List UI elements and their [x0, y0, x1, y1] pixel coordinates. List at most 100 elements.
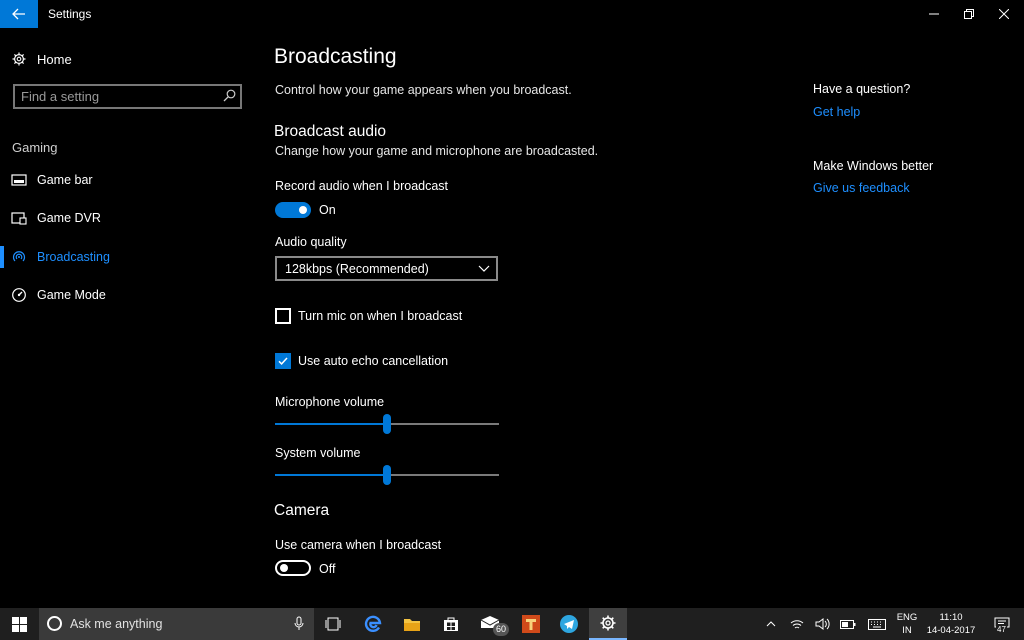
gaming-section-label: Gaming: [12, 140, 58, 155]
microphone-volume-label: Microphone volume: [275, 395, 385, 409]
slider-fill: [275, 474, 387, 476]
broadcast-audio-heading: Broadcast audio: [274, 123, 387, 140]
notification-count: 47: [996, 625, 1007, 634]
taskbar-settings[interactable]: [589, 608, 627, 640]
record-audio-label: Record audio when I broadcast: [275, 179, 449, 193]
language-region: IN: [902, 625, 912, 636]
show-hidden-icons-button[interactable]: [762, 608, 780, 640]
microphone-icon[interactable]: [294, 616, 304, 631]
battery-icon: [840, 619, 856, 629]
give-feedback-link[interactable]: Give us feedback: [813, 181, 910, 195]
touch-keyboard-button[interactable]: [864, 608, 890, 640]
wifi-icon: [790, 620, 804, 629]
store-icon: [444, 617, 458, 631]
taskbar-mail[interactable]: 60: [472, 608, 512, 640]
search-icon[interactable]: [223, 89, 236, 102]
toggle-knob: [280, 564, 288, 572]
search-input[interactable]: [21, 88, 217, 105]
have-a-question-heading: Have a question?: [813, 82, 911, 96]
sidebar-item-broadcasting[interactable]: Broadcasting: [0, 243, 260, 271]
game-bar-icon: [11, 172, 27, 188]
taskbar-edge[interactable]: [354, 608, 392, 640]
audio-quality-label: Audio quality: [275, 235, 347, 249]
task-view-button[interactable]: [314, 608, 352, 640]
make-windows-better-heading: Make Windows better: [813, 159, 934, 173]
telegram-icon: [560, 615, 578, 633]
taskbar: Ask me anything 60 ENG IN 11:10 14-04-20…: [0, 608, 1024, 640]
sidebar-item-label: Broadcasting: [37, 250, 110, 264]
game-mode-icon: [11, 287, 27, 303]
taskbar-store[interactable]: [432, 608, 470, 640]
auto-echo-label: Use auto echo cancellation: [298, 354, 449, 368]
use-camera-toggle[interactable]: [275, 560, 311, 576]
gear-icon: [600, 615, 616, 631]
sidebar-item-game-mode[interactable]: Game Mode: [0, 281, 260, 309]
clock-date: 14-04-2017: [926, 625, 976, 636]
restore-icon: [964, 9, 974, 19]
close-button[interactable]: [986, 0, 1022, 28]
get-help-link[interactable]: Get help: [813, 105, 860, 119]
mail-badge: 60: [493, 623, 510, 636]
clock-time: 11:10: [939, 612, 963, 623]
find-setting-search[interactable]: [13, 84, 242, 109]
taskbar-file-explorer[interactable]: [393, 608, 431, 640]
home-label: Home: [37, 51, 72, 67]
record-audio-toggle[interactable]: [275, 202, 311, 218]
back-arrow-icon: [12, 8, 25, 20]
active-indicator: [0, 246, 4, 268]
chevron-up-icon: [766, 621, 776, 627]
game-dvr-icon: [11, 210, 27, 226]
task-view-icon: [325, 617, 341, 631]
sidebar-item-game-bar[interactable]: Game bar: [0, 166, 260, 194]
checkmark-icon: [278, 357, 288, 365]
folder-icon: [404, 618, 420, 631]
battery-button[interactable]: [838, 608, 858, 640]
cortana-search-text: Ask me anything: [70, 617, 163, 631]
edge-icon: [364, 615, 382, 632]
camera-heading: Camera: [274, 502, 330, 519]
title-bar: Settings: [0, 0, 1024, 28]
sidebar-item-game-dvr[interactable]: Game DVR: [0, 204, 260, 232]
system-volume-label: System volume: [275, 446, 361, 460]
audio-quality-value: 128kbps (Recommended): [285, 262, 429, 276]
sidebar-item-label: Game DVR: [37, 211, 101, 225]
clock[interactable]: 11:10 14-04-2017: [922, 611, 980, 637]
use-camera-label: Use camera when I broadcast: [275, 538, 442, 552]
app-t-icon: [522, 615, 540, 633]
slider-thumb[interactable]: [383, 414, 391, 434]
back-button[interactable]: [0, 0, 38, 28]
page-description: Control how your game appears when you b…: [275, 83, 572, 97]
window-title: Settings: [48, 7, 92, 21]
microphone-volume-slider[interactable]: [275, 414, 499, 434]
use-camera-state: Off: [319, 562, 336, 576]
action-center-button[interactable]: [987, 608, 1017, 640]
auto-echo-checkbox[interactable]: [275, 353, 291, 369]
keyboard-icon: [868, 618, 886, 630]
input-language-indicator[interactable]: ENG IN: [896, 611, 918, 637]
network-button[interactable]: [787, 608, 807, 640]
home-nav-item[interactable]: Home: [12, 49, 72, 69]
slider-thumb[interactable]: [383, 465, 391, 485]
turn-mic-on-label: Turn mic on when I broadcast: [298, 309, 463, 323]
taskbar-telegram[interactable]: [550, 608, 588, 640]
restore-button[interactable]: [951, 0, 987, 28]
sidebar-item-label: Game bar: [37, 173, 93, 187]
turn-mic-on-checkbox[interactable]: [275, 308, 291, 324]
broadcasting-icon: [11, 249, 27, 265]
sidebar-item-label: Game Mode: [37, 288, 106, 302]
taskbar-app-t[interactable]: [512, 608, 550, 640]
volume-button[interactable]: [812, 608, 832, 640]
record-audio-state: On: [319, 203, 336, 217]
slider-fill: [275, 423, 387, 425]
minimize-button[interactable]: [916, 0, 952, 28]
cortana-search-box[interactable]: Ask me anything: [39, 608, 314, 640]
chevron-down-icon: [478, 265, 490, 272]
minimize-icon: [929, 13, 939, 15]
start-button[interactable]: [0, 608, 38, 640]
system-volume-slider[interactable]: [275, 465, 499, 485]
gear-icon: [12, 52, 26, 66]
language-code: ENG: [896, 612, 918, 623]
audio-quality-dropdown[interactable]: 128kbps (Recommended): [275, 256, 498, 281]
cortana-icon: [47, 616, 62, 631]
speaker-icon: [815, 618, 830, 630]
